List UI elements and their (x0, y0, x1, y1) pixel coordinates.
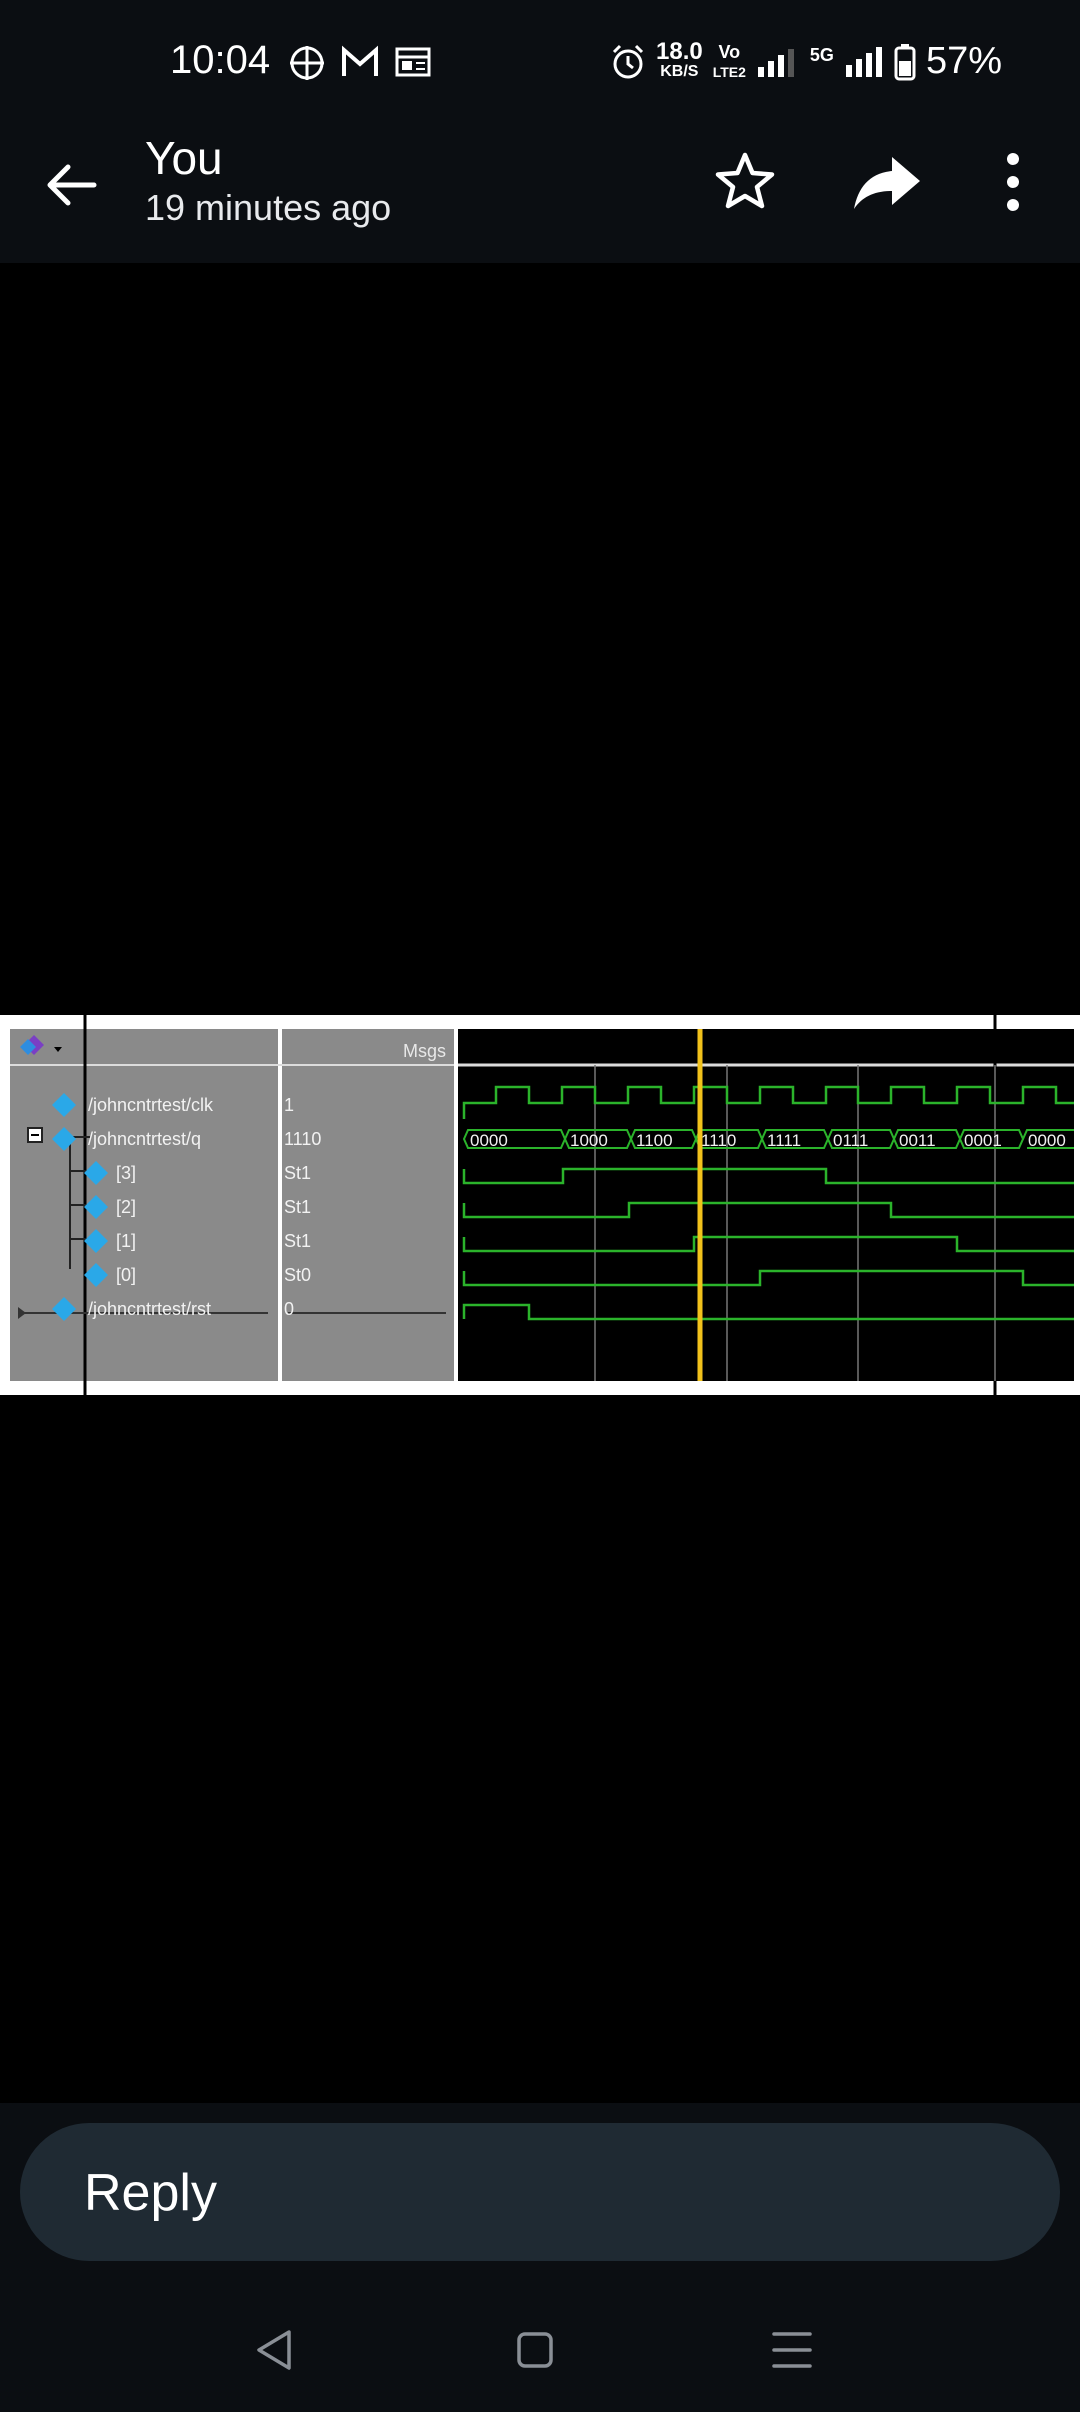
news-icon (395, 47, 431, 77)
share-icon[interactable] (850, 147, 924, 217)
signal-value: St1 (284, 1231, 311, 1251)
volte-indicator: Vo LTE2 (712, 41, 746, 80)
nav-back-icon[interactable] (245, 2320, 305, 2380)
signal-name: [0] (116, 1265, 136, 1285)
status-notification-icons (288, 44, 432, 82)
reply-button[interactable]: Reply (20, 2123, 1060, 2261)
signal-name: /johncntrtest/q (88, 1129, 201, 1149)
bus-value: 0001 (964, 1131, 1002, 1150)
signal-value: St1 (284, 1163, 311, 1183)
signal-sim2-icon (845, 46, 882, 77)
data-speed: 18.0 KB/S (656, 37, 703, 80)
bus-value: 0111 (833, 1131, 868, 1150)
message-time: 19 minutes ago (145, 187, 392, 228)
signal-value: St0 (284, 1265, 311, 1285)
image-viewer[interactable]: Msgs /johncntrtest/clk /johncntrtest/q [… (0, 263, 1080, 2103)
sender-name: You (145, 132, 223, 184)
bus-value: 0000 (1028, 1131, 1066, 1150)
bus-value: 1111 (767, 1131, 801, 1150)
battery-icon (894, 43, 916, 80)
more-vertical-icon[interactable] (990, 147, 1036, 217)
battery-percent: 57% (925, 40, 1002, 82)
nav-recent-icon[interactable] (762, 2320, 822, 2380)
signal-value: 1 (284, 1095, 294, 1115)
signal-value: 0 (284, 1299, 294, 1319)
signal-value: 1110 (284, 1129, 321, 1149)
waveform-svg: Msgs /johncntrtest/clk /johncntrtest/q [… (0, 1015, 1080, 1395)
bus-value: 1000 (570, 1131, 608, 1150)
msgs-header: Msgs (403, 1041, 446, 1061)
star-icon[interactable] (710, 147, 780, 217)
status-bar: 10:04 18.0 KB/S Vo LTE2 5G 57% (0, 0, 1080, 125)
crosshair-icon (290, 46, 324, 80)
bus-value: 1110 (701, 1131, 736, 1150)
network-type: 5G (809, 44, 834, 65)
back-arrow-icon[interactable] (40, 153, 104, 217)
nav-home-icon[interactable] (505, 2320, 565, 2380)
signal-name: [2] (116, 1197, 136, 1217)
signal-value: St1 (284, 1197, 311, 1217)
status-time: 10:04 (170, 38, 271, 82)
signal-name: [1] (116, 1231, 136, 1251)
app-bar: You 19 minutes ago (0, 125, 1080, 263)
signal-name: [3] (116, 1163, 136, 1183)
gmail-icon (342, 45, 378, 76)
system-nav-bar (0, 2290, 1080, 2412)
signal-name: /johncntrtest/rst (88, 1299, 211, 1319)
signal-sim1-icon (757, 48, 794, 77)
bus-value: 0011 (899, 1131, 936, 1150)
signal-name: /johncntrtest/clk (88, 1095, 214, 1115)
bus-value: 0000 (470, 1131, 508, 1150)
bus-value: 1100 (636, 1131, 673, 1150)
waveform-screenshot: Msgs /johncntrtest/clk /johncntrtest/q [… (0, 1015, 1080, 1395)
reply-label: Reply (84, 2164, 217, 2222)
status-system-icons: 18.0 KB/S Vo LTE2 5G 57% (610, 37, 1002, 83)
alarm-icon (612, 44, 644, 78)
